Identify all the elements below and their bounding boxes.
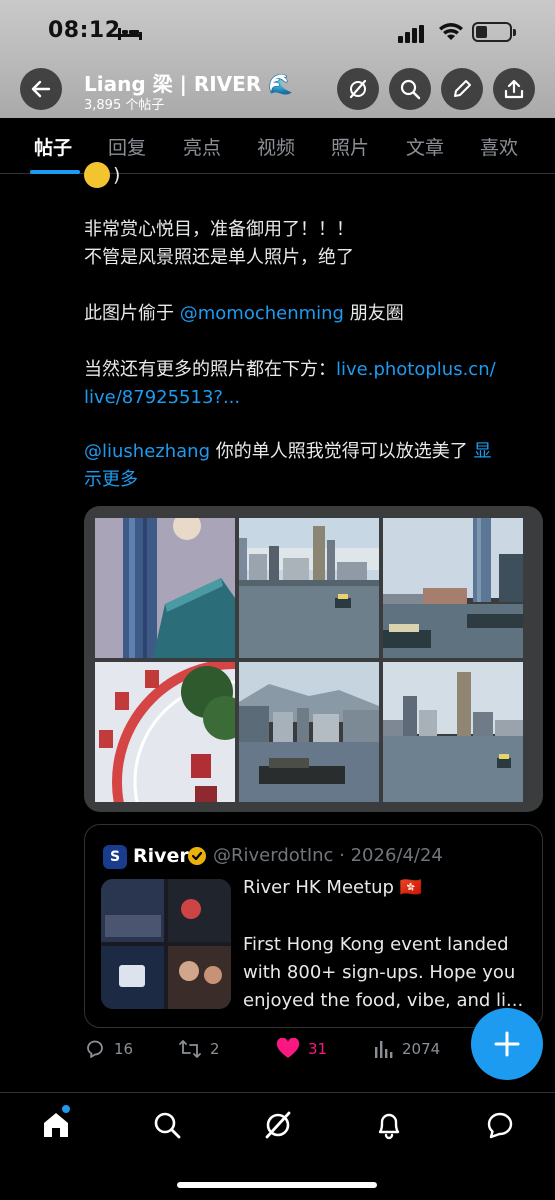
post-text-line: @liushezhang 你的单人照我觉得可以放选美了 显	[84, 438, 491, 466]
nav-messages[interactable]	[484, 1109, 516, 1141]
nav-home[interactable]	[40, 1109, 72, 1141]
photo-skyline-wide[interactable]	[383, 662, 523, 802]
post-text-fragment: 此图片偷于	[84, 303, 180, 324]
repost-button[interactable]: 2	[178, 1038, 220, 1060]
photo-skyscraper[interactable]	[95, 518, 235, 658]
search-icon	[400, 79, 421, 100]
like-count: 31	[308, 1040, 328, 1058]
like-button[interactable]: 31	[276, 1038, 327, 1060]
tab-likes[interactable]: 喜欢	[480, 133, 518, 160]
plus-icon	[494, 1031, 520, 1057]
url-link[interactable]: live.photoplus.cn/	[336, 359, 496, 380]
quoted-handle-date: @RiverdotInc · 2026/4/24	[213, 845, 443, 866]
photo-ferris-wheel[interactable]	[95, 662, 235, 802]
reply-count: 16	[114, 1040, 134, 1058]
active-tab-indicator	[30, 170, 80, 174]
home-indicator	[177, 1182, 377, 1188]
sleep-focus-icon	[118, 28, 142, 40]
profile-header-banner: 08:12 Liang 梁 | RIVER 🌊 3,895 个帖子	[0, 0, 555, 118]
grok-icon	[265, 1111, 291, 1139]
share-icon	[504, 79, 524, 99]
back-button[interactable]	[20, 68, 62, 110]
repost-count: 2	[210, 1040, 220, 1058]
quoted-author-name: River	[133, 845, 189, 867]
show-more-link[interactable]: 示更多	[84, 466, 138, 494]
repost-icon	[179, 1040, 201, 1058]
post-text-line: 当然还有更多的照片都在下方：live.photoplus.cn/	[84, 356, 496, 384]
river-logo-icon: S	[103, 845, 127, 869]
quoted-title: River HK Meetup 🇭🇰	[243, 877, 423, 898]
edit-button[interactable]	[441, 68, 483, 110]
profile-tabs: 帖子 回复 亮点 视频 照片 文章 喜欢	[0, 118, 555, 174]
mention-link[interactable]: @momochenming	[180, 303, 344, 324]
tab-videos[interactable]: 视频	[257, 133, 295, 160]
status-time: 08:12	[48, 18, 121, 43]
verified-badge-icon	[188, 847, 206, 865]
post-text-fragment: )	[113, 164, 121, 186]
photo-ifc-ferry[interactable]	[383, 518, 523, 658]
tab-replies[interactable]: 回复	[108, 133, 146, 160]
bar-chart-icon	[375, 1041, 393, 1058]
grinning-emoji-icon	[84, 162, 110, 188]
show-more-link[interactable]: 显	[473, 441, 491, 462]
views-button[interactable]: 2074	[374, 1038, 440, 1060]
tab-highlights[interactable]: 亮点	[183, 133, 221, 160]
reply-button[interactable]: 16	[84, 1038, 133, 1060]
search-icon	[154, 1112, 181, 1139]
post-text-fragment: 你的单人照我觉得可以放选美了	[210, 441, 474, 462]
post-text-line: 此图片偷于 @momochenming 朋友圈	[84, 300, 404, 328]
view-count: 2074	[402, 1040, 441, 1058]
home-notification-dot	[62, 1105, 70, 1113]
post-text-line: 不管是风景照还是单人照片，绝了	[84, 247, 354, 268]
url-link-continued[interactable]: live/87925513?...	[84, 384, 240, 412]
quoted-body: First Hong Kong event landed with 800+ s…	[243, 934, 524, 1011]
heart-icon	[276, 1038, 300, 1058]
search-button[interactable]	[389, 68, 431, 110]
nav-notifications[interactable]	[373, 1109, 405, 1141]
post-text-fragment: 朋友圈	[343, 303, 404, 324]
grok-icon	[349, 79, 367, 99]
quoted-thumbnail	[101, 879, 231, 1009]
tab-photos[interactable]: 照片	[331, 133, 369, 160]
bell-icon	[378, 1113, 400, 1140]
home-icon	[44, 1113, 68, 1137]
share-button[interactable]	[493, 68, 535, 110]
tab-posts[interactable]: 帖子	[34, 133, 72, 160]
post-text-line: 非常赏心悦目，准备御用了！！！	[84, 219, 354, 240]
battery-icon	[472, 22, 516, 42]
mention-link[interactable]: @liushezhang	[84, 441, 210, 462]
photo-harbour-skyline[interactable]	[239, 518, 379, 658]
wifi-icon	[439, 23, 463, 40]
chat-bubble-icon	[487, 1112, 513, 1139]
status-bar: 08:12	[0, 0, 555, 62]
nav-grok[interactable]	[262, 1109, 294, 1141]
post-text-fragment: 当然还有更多的照片都在下方：	[84, 359, 336, 380]
pencil-icon	[454, 80, 471, 97]
profile-name: Liang 梁 | RIVER 🌊	[84, 72, 294, 96]
post-count: 3,895 个帖子	[84, 98, 165, 113]
compose-post-button[interactable]	[471, 1008, 543, 1080]
tab-articles[interactable]: 文章	[406, 133, 444, 160]
quoted-post-card[interactable]: S River @RiverdotInc · 2026/4/24 River H…	[84, 824, 543, 1028]
grok-button[interactable]	[337, 68, 379, 110]
photo-harbour-boat[interactable]	[239, 662, 379, 802]
logo-letter: S	[109, 849, 121, 865]
nav-search[interactable]	[151, 1109, 183, 1141]
reply-icon	[87, 1040, 103, 1058]
photo-grid[interactable]	[84, 506, 543, 812]
cellular-signal-icon	[398, 25, 424, 43]
arrow-left-icon	[31, 80, 51, 98]
